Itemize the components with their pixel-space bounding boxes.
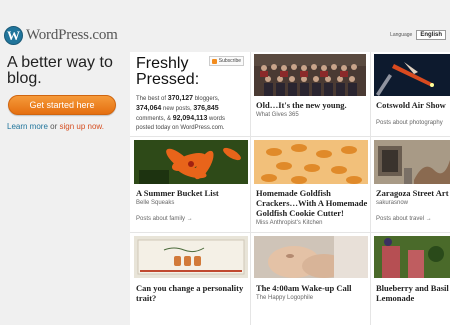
post-title[interactable]: Zaragoza Street Art xyxy=(376,188,449,198)
post-author[interactable]: Belle Squeaks xyxy=(136,200,174,206)
post-thumbnail[interactable] xyxy=(374,140,450,184)
rss-icon xyxy=(211,58,217,64)
sign-up-link[interactable]: sign up now. xyxy=(59,122,103,131)
comments-label: comments, & xyxy=(136,116,172,122)
post-category-link[interactable]: Posts about travel → xyxy=(376,216,432,222)
post-card[interactable]: Blueberry and Basil Lemonade xyxy=(374,236,450,325)
bloggers-count: 370,127 xyxy=(167,95,194,102)
post-title-line-3[interactable]: Goldfish Cookie Cutter! xyxy=(256,208,344,218)
post-card[interactable]: Cotswold Air Show Posts about photograph… xyxy=(374,54,450,134)
post-title-line-2[interactable]: Lemonade xyxy=(376,293,414,303)
posts-label: new posts, xyxy=(162,106,192,112)
post-category-link[interactable]: Posts about photography xyxy=(376,120,443,126)
post-title[interactable]: A Summer Bucket List xyxy=(136,188,219,198)
get-started-button[interactable]: Get started here xyxy=(8,95,116,115)
post-author[interactable]: The Happy Logophile xyxy=(256,295,313,301)
post-thumbnail[interactable] xyxy=(254,54,366,96)
post-thumbnail[interactable] xyxy=(254,236,368,278)
wordpress-logo[interactable]: W WordPress.com xyxy=(4,26,118,45)
post-card[interactable]: Old…It's the new young. What Gives 365 xyxy=(254,54,366,134)
post-author[interactable]: What Gives 365 xyxy=(256,112,299,118)
post-title[interactable]: The 4:00am Wake-up Call xyxy=(256,283,351,293)
bloggers-label: bloggers, xyxy=(194,96,220,102)
post-card[interactable]: Can you change a personality trait? xyxy=(134,236,248,325)
post-title-line-1[interactable]: Homemade Goldfish xyxy=(256,188,331,198)
subscribe-label: Subscribe xyxy=(218,58,241,64)
site-stats: The best of 370,127 bloggers, 374,064 ne… xyxy=(136,94,244,133)
comments-count: 376,845 xyxy=(193,105,219,112)
language-dropdown[interactable]: English xyxy=(416,30,446,40)
post-card[interactable]: Zaragoza Street Art sakurasnow Posts abo… xyxy=(374,140,450,230)
post-thumbnail[interactable] xyxy=(134,236,248,278)
post-card[interactable]: Homemade Goldfish Crackers…With A Homema… xyxy=(254,140,368,230)
learn-more-line: Learn more or sign up now. xyxy=(7,122,104,131)
post-author[interactable]: Miss Anthropist's Kitchen xyxy=(256,220,323,226)
post-thumbnail[interactable] xyxy=(374,54,450,96)
post-card[interactable]: The 4:00am Wake-up Call The Happy Logoph… xyxy=(254,236,368,325)
tagline: A better way to blog. xyxy=(7,54,113,87)
post-title-line-2[interactable]: trait? xyxy=(136,293,156,303)
post-title-line-1[interactable]: Can you change a personality xyxy=(136,283,243,293)
stats-intro: The best of xyxy=(136,96,167,102)
language-selector: Language English xyxy=(390,30,446,40)
post-title[interactable]: Old…It's the new young. xyxy=(256,100,347,110)
language-label: Language xyxy=(390,32,413,38)
freshly-pressed-panel: Freshly Pressed: Subscribe The best of 3… xyxy=(130,52,250,136)
words-count: 92,094,113 xyxy=(172,115,208,122)
post-title-line-2[interactable]: Crackers…With A Homemade xyxy=(256,198,367,208)
post-category-link[interactable]: Posts about family → xyxy=(136,216,193,222)
brand-name: WordPress.com xyxy=(26,27,118,43)
learn-more-link[interactable]: Learn more xyxy=(7,122,48,131)
or-text: or xyxy=(47,122,60,131)
subscribe-button[interactable]: Subscribe xyxy=(208,56,244,66)
post-title[interactable]: Cotswold Air Show xyxy=(376,100,446,110)
post-thumbnail[interactable] xyxy=(134,140,248,184)
wordpress-mark-icon: W xyxy=(4,26,23,45)
freshly-pressed-feed: Freshly Pressed: Subscribe The best of 3… xyxy=(130,52,450,325)
posts-count: 374,064 xyxy=(136,105,162,112)
post-card[interactable]: A Summer Bucket List Belle Squeaks Posts… xyxy=(134,140,248,230)
post-title-line-1[interactable]: Blueberry and Basil xyxy=(376,283,449,293)
post-thumbnail[interactable] xyxy=(254,140,368,184)
post-author[interactable]: sakurasnow xyxy=(376,200,408,206)
post-thumbnail[interactable] xyxy=(374,236,450,278)
